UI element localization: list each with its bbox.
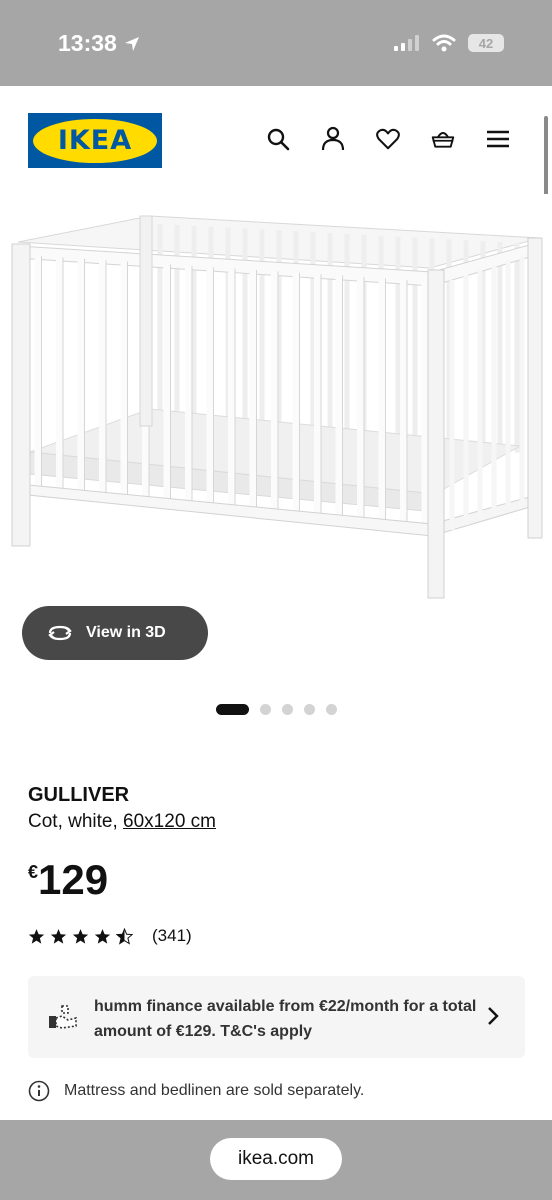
finance-text: humm finance available from €22/month fo… — [94, 998, 477, 1040]
star-icon — [28, 928, 45, 944]
price-value: 129 — [38, 856, 109, 903]
product-type: Cot, white, — [28, 811, 124, 832]
star-icon — [72, 928, 89, 944]
wifi-icon — [432, 34, 456, 52]
menu-icon[interactable] — [486, 126, 510, 152]
signal-icon — [394, 35, 419, 51]
site-header: IKEA — [0, 86, 552, 194]
info-icon — [28, 1080, 50, 1102]
cot-illustration — [11, 215, 543, 599]
payment-hand-icon — [49, 1005, 77, 1029]
address-bar[interactable]: ikea.com — [210, 1138, 342, 1180]
finance-banner[interactable]: humm finance available from €22/month fo… — [28, 976, 525, 1058]
rotate-3d-icon — [48, 625, 72, 641]
chevron-right-icon — [488, 1007, 499, 1025]
status-bar: 13:38 42 — [0, 0, 552, 86]
heart-icon[interactable] — [376, 126, 400, 152]
product-price: € 129 — [28, 856, 108, 904]
logo-text: IKEA — [57, 125, 133, 156]
star-icon — [94, 928, 111, 944]
account-icon[interactable] — [321, 126, 345, 152]
status-indicators: 42 — [394, 34, 504, 52]
gallery-dot[interactable] — [282, 704, 293, 715]
browser-toolbar: ikea.com — [0, 1120, 552, 1200]
product-rating[interactable]: (341) — [28, 926, 192, 946]
price-currency: € — [28, 862, 39, 882]
availability-notice: Mattress and bedlinen are sold separatel… — [28, 1080, 364, 1102]
star-icon — [116, 927, 133, 945]
rating-count: (341) — [152, 926, 192, 945]
gallery-dot[interactable] — [326, 704, 337, 715]
star-icon — [50, 928, 67, 944]
product-description: Cot, white, 60x120 cm — [28, 811, 216, 833]
notice-text: Mattress and bedlinen are sold separatel… — [64, 1082, 365, 1099]
gallery-dot[interactable] — [216, 704, 249, 715]
location-arrow-icon — [124, 36, 139, 51]
view-in-3d-label: View in 3D — [86, 624, 166, 641]
ikea-logo[interactable]: IKEA — [28, 113, 162, 168]
rating-stars — [28, 927, 133, 945]
logo-oval: IKEA — [33, 118, 157, 163]
gallery-dot[interactable] — [304, 704, 315, 715]
view-in-3d-button[interactable]: View in 3D — [22, 606, 208, 660]
product-image[interactable] — [0, 194, 552, 604]
gallery-dot[interactable] — [260, 704, 271, 715]
status-time: 13:38 — [58, 30, 141, 57]
product-name: GULLIVER — [28, 784, 130, 806]
basket-icon[interactable] — [431, 126, 455, 152]
battery-indicator: 42 — [468, 34, 504, 52]
header-actions — [266, 126, 510, 152]
search-icon[interactable] — [266, 126, 290, 152]
product-size-link[interactable]: 60x120 cm — [123, 811, 216, 832]
gallery-pagination — [216, 704, 337, 715]
